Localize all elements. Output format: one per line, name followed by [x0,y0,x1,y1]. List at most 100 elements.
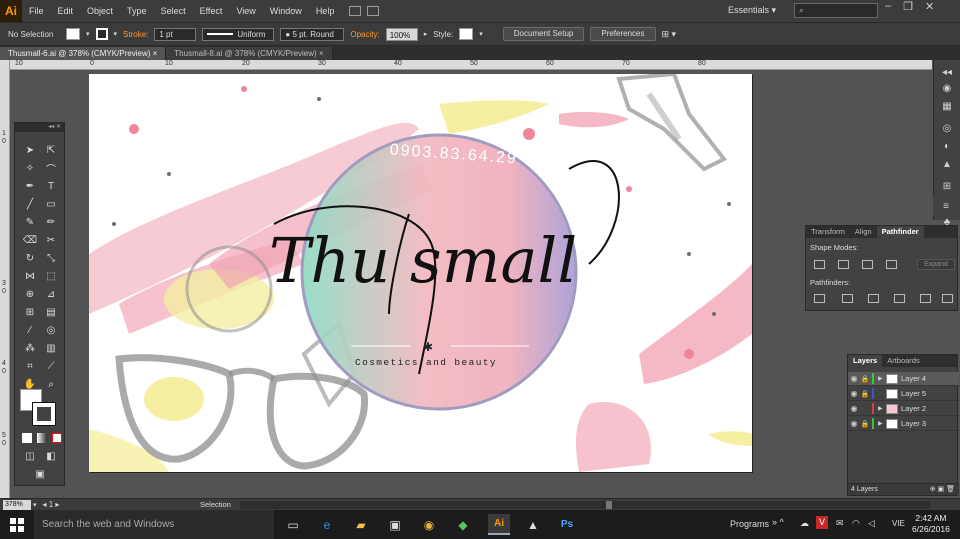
messaging-icon[interactable]: ✉ [836,518,844,529]
menu-object[interactable]: Object [80,6,120,16]
document-setup-button[interactable]: Document Setup [502,27,585,41]
artboard[interactable]: 0903.83.64.29 Thu small Cosmetics and be… [89,74,752,472]
cloud-icon[interactable]: ☁ [800,518,809,529]
task-view-icon[interactable]: ▭ [282,514,304,535]
intersect-icon[interactable] [862,260,873,269]
magic-wand-icon[interactable]: ✧ [21,161,39,175]
image-viewer-icon[interactable]: ▲ [522,514,544,535]
opacity-field[interactable]: 100% [385,27,418,41]
expand-triangle-icon[interactable]: ▶ [878,405,886,412]
tab-pathfinder[interactable]: Pathfinder [876,226,924,238]
visibility-eye-icon[interactable]: ◉ [848,389,860,398]
close-icon[interactable]: × [153,49,158,58]
stroke-swatch[interactable] [95,28,108,40]
appearance-icon[interactable]: ◎ [940,122,954,134]
close-icon[interactable]: × [319,49,324,58]
pencil-tool-icon[interactable]: ✏ [42,215,60,229]
zoom-level-field[interactable]: 378% [3,499,31,510]
collapse-dock-icon[interactable]: ◂◂ [940,66,954,78]
trim-icon[interactable] [842,294,853,303]
layer-name[interactable]: Layer 2 [901,404,926,413]
opacity-label[interactable]: Opacity: [350,30,379,39]
restore-icon[interactable]: ❐ [903,0,913,13]
new-layer-icon[interactable]: ⊕ ▣ 🗑 [930,484,955,496]
selection-tool-icon[interactable]: ➤ [21,143,39,157]
color-guide-icon[interactable]: ▦ [940,100,954,112]
tab-artboards[interactable]: Artboards [882,355,925,367]
tab-thusmall-6[interactable]: Thusmall-6.ai @ 378% (CMYK/Preview) × [0,47,167,60]
type-tool-icon[interactable]: T [42,179,60,193]
menu-type[interactable]: Type [120,6,154,16]
tab-layers[interactable]: Layers [848,355,883,367]
panel-collapse-icon[interactable]: ◂◂ ✕ [15,123,64,132]
scrollbar-thumb[interactable] [606,501,612,509]
preferences-button[interactable]: Preferences [590,27,656,41]
menu-view[interactable]: View [229,6,262,16]
outline-icon[interactable] [920,294,931,303]
horizontal-ruler[interactable]: 10 0 10 20 30 40 50 60 70 80 [10,60,932,70]
taskbar-search-input[interactable]: Search the web and Windows [34,510,274,539]
chevron-down-icon[interactable]: ▾ [114,30,118,38]
draw-behind-icon[interactable]: ◧ [42,449,60,463]
stroke-weight-field[interactable]: 1 pt [154,27,197,41]
slice-tool-icon[interactable]: ⟋ [42,359,60,373]
zoom-tool-icon[interactable]: ⌕ [42,377,60,391]
menu-help[interactable]: Help [309,6,342,16]
volume-icon[interactable]: ◁ [868,518,875,529]
perspective-grid-icon[interactable]: ⊿ [42,287,60,301]
lock-icon[interactable]: 🔒 [860,420,870,428]
paintbrush-tool-icon[interactable]: ✎ [21,215,39,229]
windows-start-icon[interactable] [0,510,34,539]
color-mode-icon[interactable] [22,433,32,443]
store-icon[interactable]: ▣ [384,514,406,535]
tray-programs-label[interactable]: Programs [730,519,769,529]
tray-overflow-icon[interactable]: » ^ [772,517,784,527]
layer-name[interactable]: Layer 3 [901,419,926,428]
gradient-mode-icon[interactable] [37,433,47,443]
edge-browser-icon[interactable]: e [316,514,338,535]
expand-triangle-icon[interactable]: ▶ [878,420,886,427]
artboard-nav-icon[interactable]: ◂ 1 ▸ [43,500,60,509]
help-search-input[interactable]: ⌕ [794,3,878,18]
shape-builder-icon[interactable]: ⊕ [21,287,39,301]
divide-icon[interactable] [814,294,825,303]
lasso-tool-icon[interactable]: ⌒ [42,161,60,176]
color-panel-icon[interactable]: ◉ [940,82,954,94]
chevron-down-icon[interactable]: ▾ [479,30,483,38]
symbol-sprayer-icon[interactable]: ⁂ [21,341,39,355]
close-icon[interactable]: ✕ [925,0,934,13]
minimize-icon[interactable]: – [885,0,891,13]
stroke-profile-select[interactable]: Uniform [202,27,275,41]
draw-mode-icon[interactable]: ◫ [21,449,39,463]
layer-name[interactable]: Layer 4 [901,374,926,383]
graph-tool-icon[interactable]: ▥ [42,341,60,355]
artboard-tool-icon[interactable]: ⌗ [21,359,39,373]
stroke-panel-icon[interactable]: ≡ [939,200,953,212]
screen-mode-icon[interactable]: ▣ [31,467,49,481]
layer-name[interactable]: Layer 5 [901,389,926,398]
menu-select[interactable]: Select [154,6,193,16]
eyedropper-tool-icon[interactable]: ⁄ [21,323,39,337]
graphic-styles-icon[interactable]: ▲ [940,158,954,170]
expand-button[interactable]: Expand [917,259,955,270]
merge-icon[interactable] [868,294,879,303]
layer-row[interactable]: ◉ 🔒 ▶ Layer 3 [848,417,959,431]
antivirus-icon[interactable]: V [816,516,828,529]
transparency-icon[interactable]: ◐ [940,140,954,152]
system-clock[interactable]: 2:42 AM 6/26/2016 [912,513,950,535]
visibility-eye-icon[interactable]: ◉ [848,419,860,428]
layer-row[interactable]: ◉ 🔒 Layer 5 [848,387,959,401]
tab-align[interactable]: Align [850,226,877,238]
tab-transform[interactable]: Transform [806,226,850,238]
align-icon[interactable]: ⊞ ▾ [662,29,677,40]
input-language[interactable]: VIE [892,519,905,528]
mesh-tool-icon[interactable]: ⊞ [21,305,39,319]
expand-triangle-icon[interactable]: ▶ [878,375,886,382]
crop-icon[interactable] [894,294,905,303]
lock-icon[interactable]: 🔒 [860,375,870,383]
layer-row[interactable]: ◉ 🔒 ▶ Layer 4 [848,372,959,386]
none-mode-icon[interactable] [52,433,62,443]
free-transform-icon[interactable]: ⬚ [42,269,60,283]
exclude-icon[interactable] [886,260,897,269]
line-tool-icon[interactable]: ╱ [21,197,39,211]
